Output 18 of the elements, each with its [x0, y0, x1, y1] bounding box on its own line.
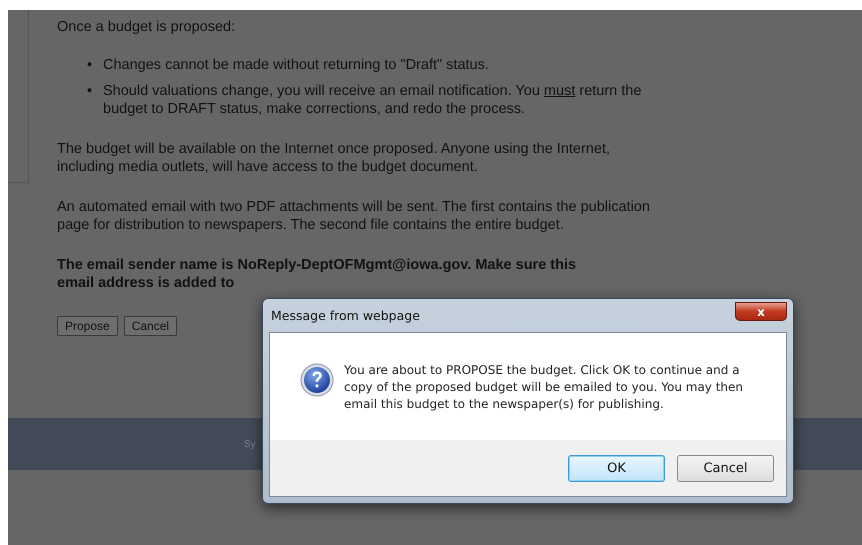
dialog-message: You are about to PROPOSE the budget. Click OK to continue and a copy of the proposed budget will be emailed to you. You may then email this budget to the newspaper(s) for publishing.	[344, 362, 744, 413]
footer-text: Sy	[244, 438, 256, 450]
bullet-text: Changes cannot be made without returning to "Draft" status.	[103, 56, 490, 74]
dialog-title: Message from webpage	[270, 308, 420, 323]
cancel-button[interactable]: Cancel	[124, 316, 178, 336]
intro-text: Once a budget is proposed:	[57, 18, 236, 36]
paragraph: An automated email with two PDF attachments will be sent. The first contains the publication page for distribution to newspapers. The second file contains the entire budget.	[57, 198, 651, 234]
question-icon	[300, 363, 334, 397]
ok-button[interactable]: OK	[568, 454, 665, 482]
bullet-text: Should valuations change, you will receive an email notification. You must return the budget to DRAFT status, make corrections, and redo the process.	[103, 82, 642, 118]
notice-text: email address is added to	[57, 274, 236, 292]
bullet-icon: •	[87, 56, 95, 74]
paragraph: The budget will be available on the Internet once proposed. Anyone using the Internet, including media outlets, will have access to the budget document.	[57, 140, 611, 176]
bullet-icon: •	[87, 82, 95, 118]
close-button[interactable]: x	[735, 302, 787, 321]
cancel-button[interactable]: Cancel	[677, 454, 774, 482]
propose-button[interactable]: Propose	[57, 316, 118, 336]
notice-text: The email sender name is NoReply-DeptOFMgmt@iowa.gov. Make sure this	[57, 256, 578, 274]
